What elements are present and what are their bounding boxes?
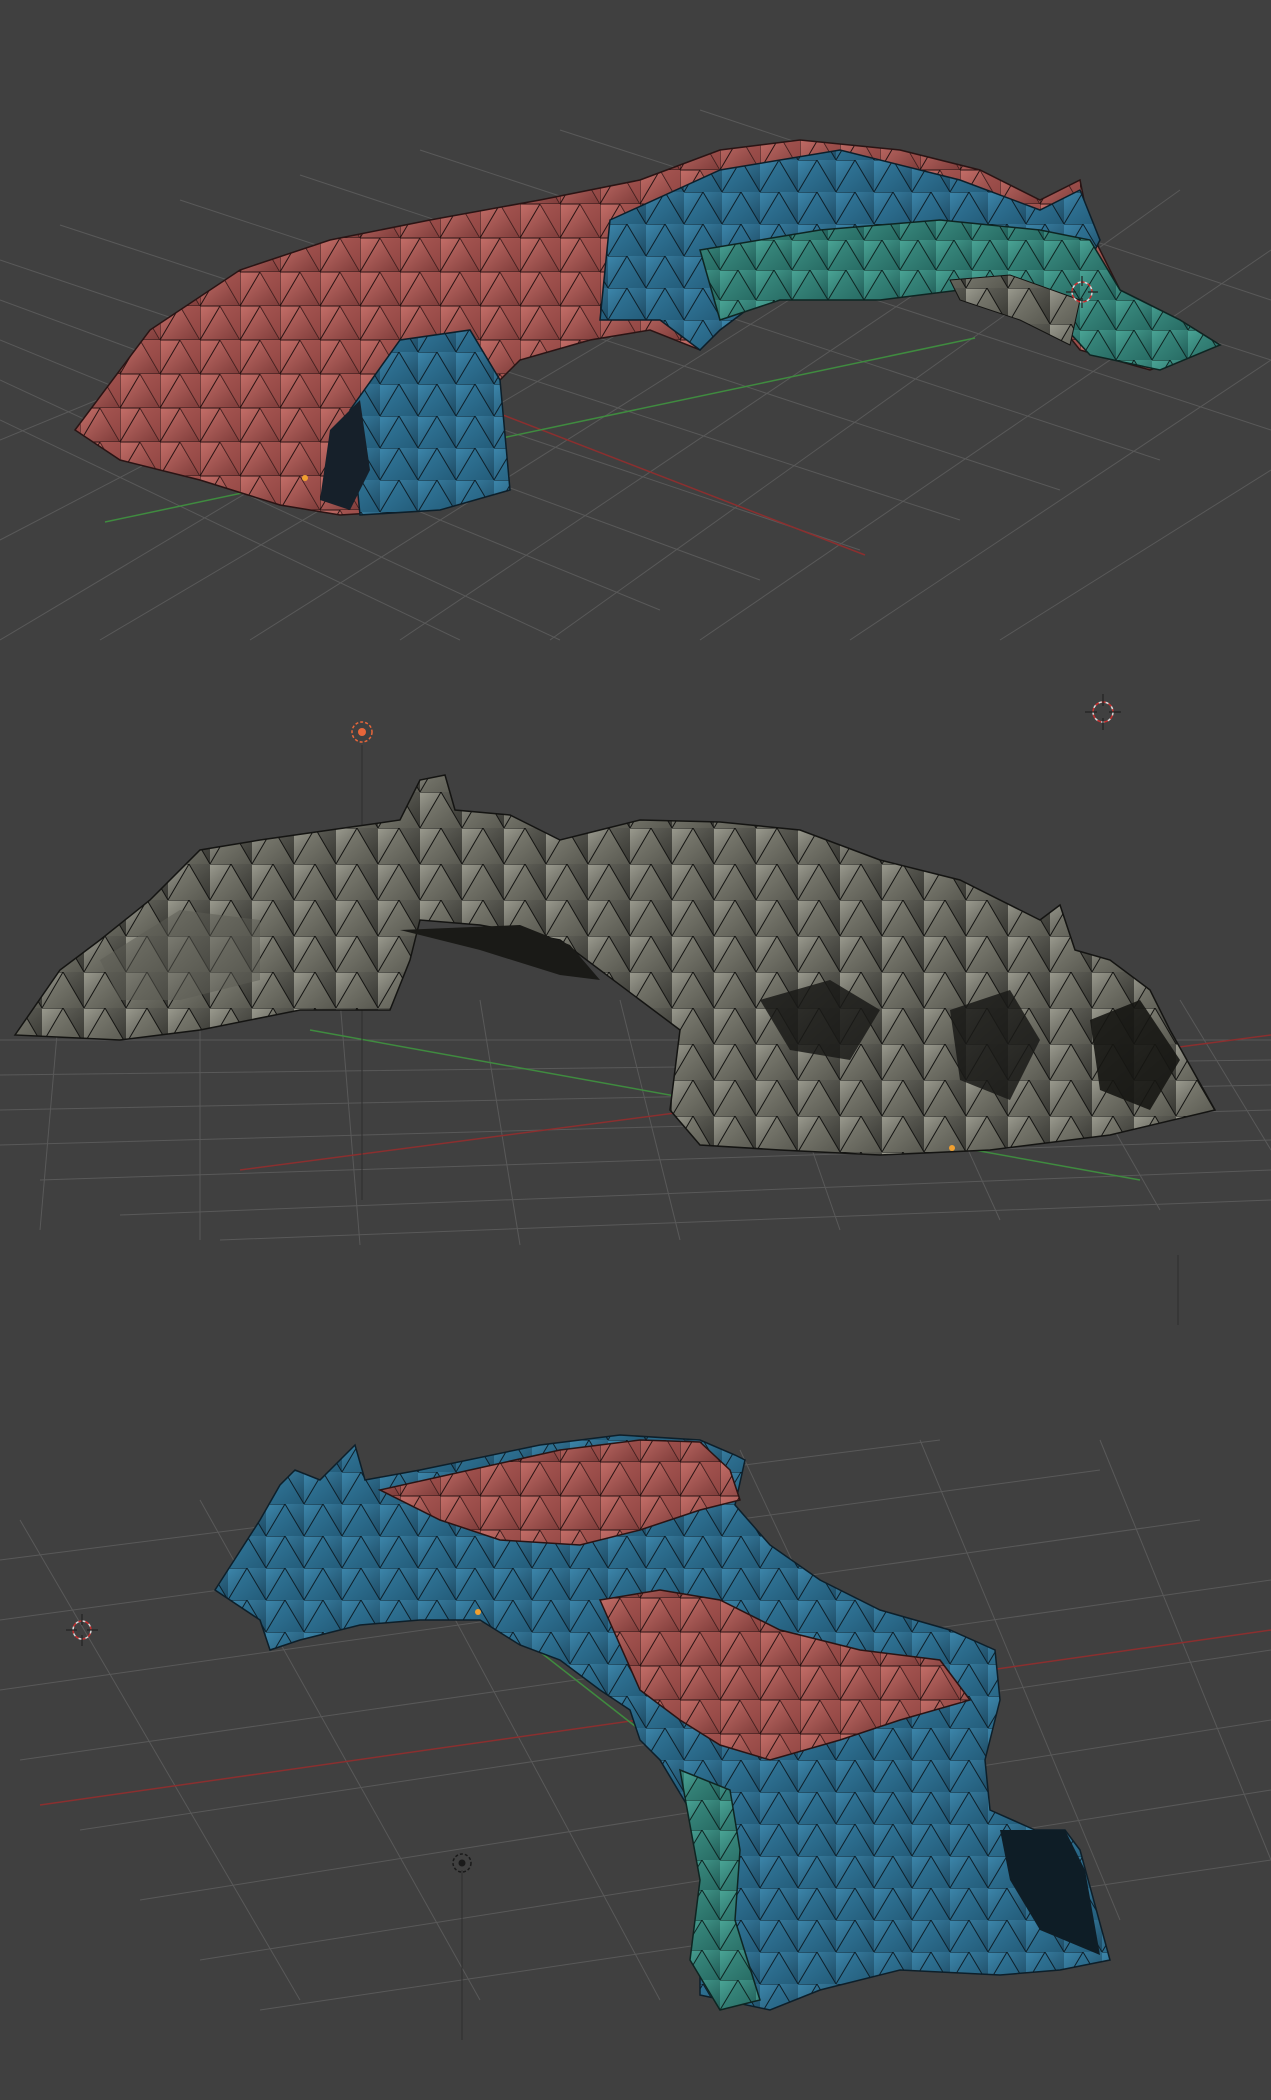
- rock-mesh-top: [73, 139, 1222, 516]
- origin-dot-icon[interactable]: [302, 475, 308, 481]
- origin-dot-icon[interactable]: [475, 1609, 481, 1615]
- axis-x-top: [489, 409, 866, 556]
- 3d-cursor-icon[interactable]: [1085, 694, 1121, 730]
- 3d-viewport-canvas[interactable]: [0, 0, 1271, 2100]
- 3d-cursor-icon[interactable]: [66, 1614, 98, 1646]
- rock-mesh-bottom: [213, 1434, 1111, 2011]
- lamp-icon[interactable]: [351, 721, 373, 743]
- origin-dot-icon[interactable]: [949, 1145, 955, 1151]
- lamp-icon[interactable]: [452, 1853, 472, 1873]
